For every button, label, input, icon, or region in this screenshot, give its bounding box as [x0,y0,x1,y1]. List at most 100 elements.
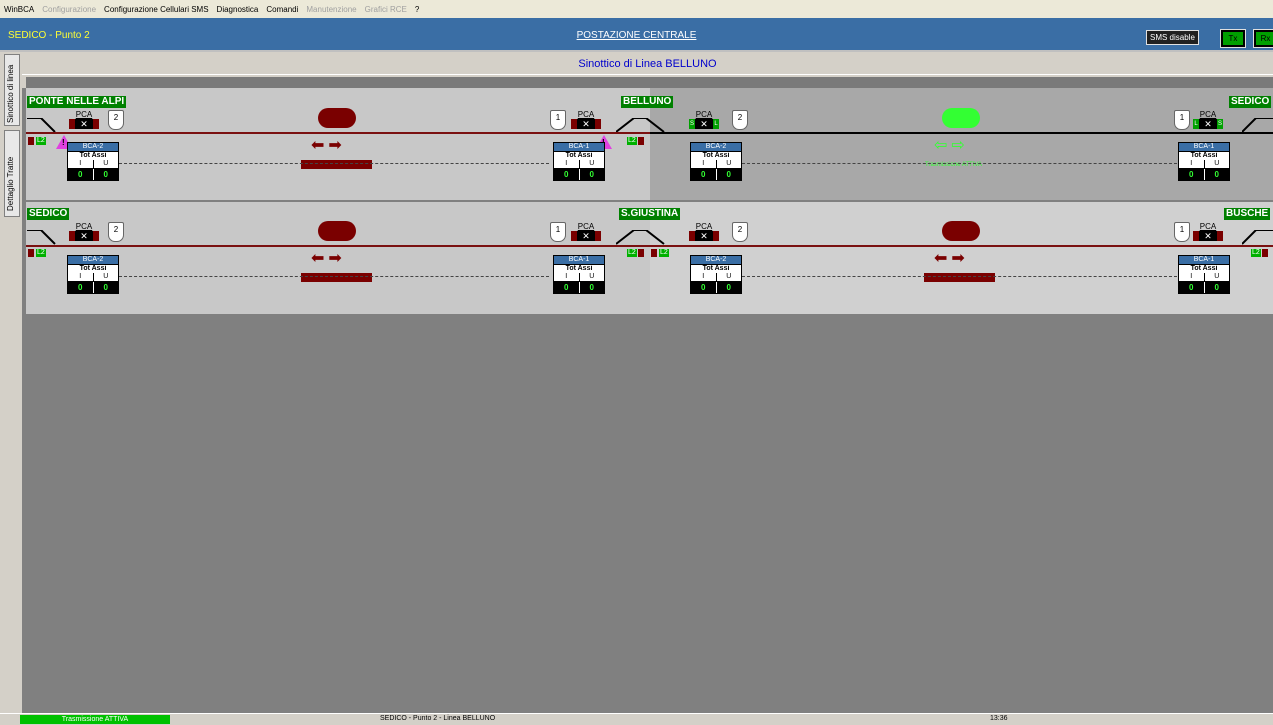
l-indicator: L [713,119,719,129]
status-oval-active[interactable] [942,108,980,128]
warning-mark: ! [62,138,65,147]
bca-title: BCA-2 [67,142,119,152]
u-label: U [589,273,595,280]
bca-counter[interactable]: BCA-2 Tot Assi I U 00 [690,255,742,294]
count-in: 0 [1179,169,1205,180]
i-label: I [68,160,94,168]
tot-assi-label: Tot Assi [690,265,742,273]
count-in: 0 [1179,282,1205,293]
menu-winbca[interactable]: WinBCA [0,5,38,14]
switch-x-icon: ✕ [577,231,595,241]
status-transmission: Trasmissione ATTIVA [20,715,170,724]
direction-arrows-icon[interactable]: ⬅➡ [311,251,346,267]
bca-counter[interactable]: BCA-1 Tot Assi I U 00 [1178,255,1230,294]
switch-x-icon: ✕ [1199,119,1217,129]
tot-assi-label: Tot Assi [1178,265,1230,273]
count-in: 0 [68,282,94,293]
station-sedico-left[interactable]: SEDICO [27,208,70,220]
dashed-line [742,276,1177,277]
badge-1: 1 [1174,110,1190,130]
status-oval[interactable] [318,221,356,241]
station-busche[interactable]: BUSCHE [1224,208,1271,220]
direction-arrows-icon[interactable]: ⇦⇨ [934,138,969,154]
count-in: 0 [691,169,717,180]
station-ponte-nelle-alpi[interactable]: PONTE NELLE ALPI [27,96,127,108]
i-label: I [1179,273,1205,281]
pca-label: PCA [1199,222,1217,231]
u-label: U [103,273,109,280]
menu-diagnostica[interactable]: Diagnostica [213,5,263,14]
direction-arrows-icon[interactable]: ⬅➡ [311,138,346,154]
track-line [650,132,1273,134]
tab-dettaglio-tratte[interactable]: Dettaglio Tratte [4,130,20,217]
pca-switch[interactable]: PCA ✕ [689,222,719,241]
badge-2: 2 [108,222,124,242]
track-ramp [616,230,665,245]
bca-counter[interactable]: BCA-1 Tot Assi I U 00 [553,255,605,294]
count-in: 0 [554,282,580,293]
status-bar: Trasmissione ATTIVA SEDICO - Punto 2 - L… [0,713,1273,725]
menu-configurazione-cellulari-sms[interactable]: Configurazione Cellulari SMS [100,5,213,14]
count-out: 0 [1214,170,1219,179]
dashed-line [119,163,549,164]
sms-disable-button[interactable]: SMS disable [1146,30,1199,45]
red-indicator [28,137,34,145]
red-indicator [28,249,34,257]
u-label: U [726,160,732,167]
pca-switch[interactable]: PCA ✕ [1193,222,1223,241]
pca-switch[interactable]: PCA S ✕ L [689,110,719,129]
bca-counter[interactable]: BCA-1 Tot Assi I U 00 [553,142,605,181]
bca-title: BCA-2 [690,142,742,152]
status-location: SEDICO - Punto 2 - Linea BELLUNO [380,715,496,722]
tot-assi-label: Tot Assi [553,265,605,273]
status-oval[interactable] [318,108,356,128]
pca-label: PCA [577,222,595,231]
switch-x-icon: ✕ [577,119,595,129]
pca-label: PCA [695,222,713,231]
count-out: 0 [589,283,594,292]
i-label: I [68,273,94,281]
status-time: 13:36 [990,715,1008,722]
s-indicator: S [1217,119,1223,129]
pca-label: PCA [695,110,713,119]
menu-comandi[interactable]: Comandi [262,5,302,14]
u-label: U [589,160,595,167]
menu-configurazione: Configurazione [42,4,97,14]
pca-switch[interactable]: PCA ✕ [571,110,601,129]
count-out: 0 [103,170,108,179]
l2-indicator: L2 [659,249,669,257]
tab-sinottico-di-linea[interactable]: Sinottico di linea [4,54,20,126]
occupancy-bar [301,273,372,282]
bca-counter[interactable]: BCA-2 Tot Assi I U 00 [690,142,742,181]
pca-switch[interactable]: PCA ✕ [69,110,99,129]
pca-switch[interactable]: PCA ✕ [571,222,601,241]
bca-counter[interactable]: BCA-2 Tot Assi I U 00 [67,142,119,181]
station-sedico-right[interactable]: SEDICO [1229,96,1272,108]
status-oval[interactable] [942,221,980,241]
station-s-giustina[interactable]: S.GIUSTINA [619,208,681,220]
u-label: U [103,160,109,167]
l2-indicator: L2 [627,249,637,257]
i-label: I [691,273,717,281]
rx-indicator: Rx [1253,29,1273,48]
pca-switch[interactable]: PCA L ✕ S [1193,110,1223,129]
pca-label: PCA [75,110,93,119]
direction-arrows-icon[interactable]: ⬅➡ [934,251,969,267]
count-out: 0 [726,283,731,292]
tot-assi-label: Tot Assi [553,152,605,160]
bca-counter[interactable]: BCA-2 Tot Assi I U 00 [67,255,119,294]
tot-assi-label: Tot Assi [1178,152,1230,160]
u-label: U [1214,160,1220,167]
menu-bar: WinBCA Configurazione Configurazione Cel… [0,0,1273,18]
synoptic-area: PONTE NELLE ALPI BELLUNO SEDICO PCA ✕ 2 … [22,88,1273,713]
menu-help[interactable]: ? [411,5,423,14]
pca-switch[interactable]: PCA ✕ [69,222,99,241]
switch-x-icon: ✕ [75,119,93,129]
tot-assi-label: Tot Assi [67,265,119,273]
bca-title: BCA-2 [67,255,119,265]
page-title[interactable]: POSTAZIONE CENTRALE [0,30,1273,41]
count-out: 0 [589,170,594,179]
bca-counter[interactable]: BCA-1 Tot Assi I U 00 [1178,142,1230,181]
station-belluno[interactable]: BELLUNO [621,96,674,108]
pca-label: PCA [577,110,595,119]
